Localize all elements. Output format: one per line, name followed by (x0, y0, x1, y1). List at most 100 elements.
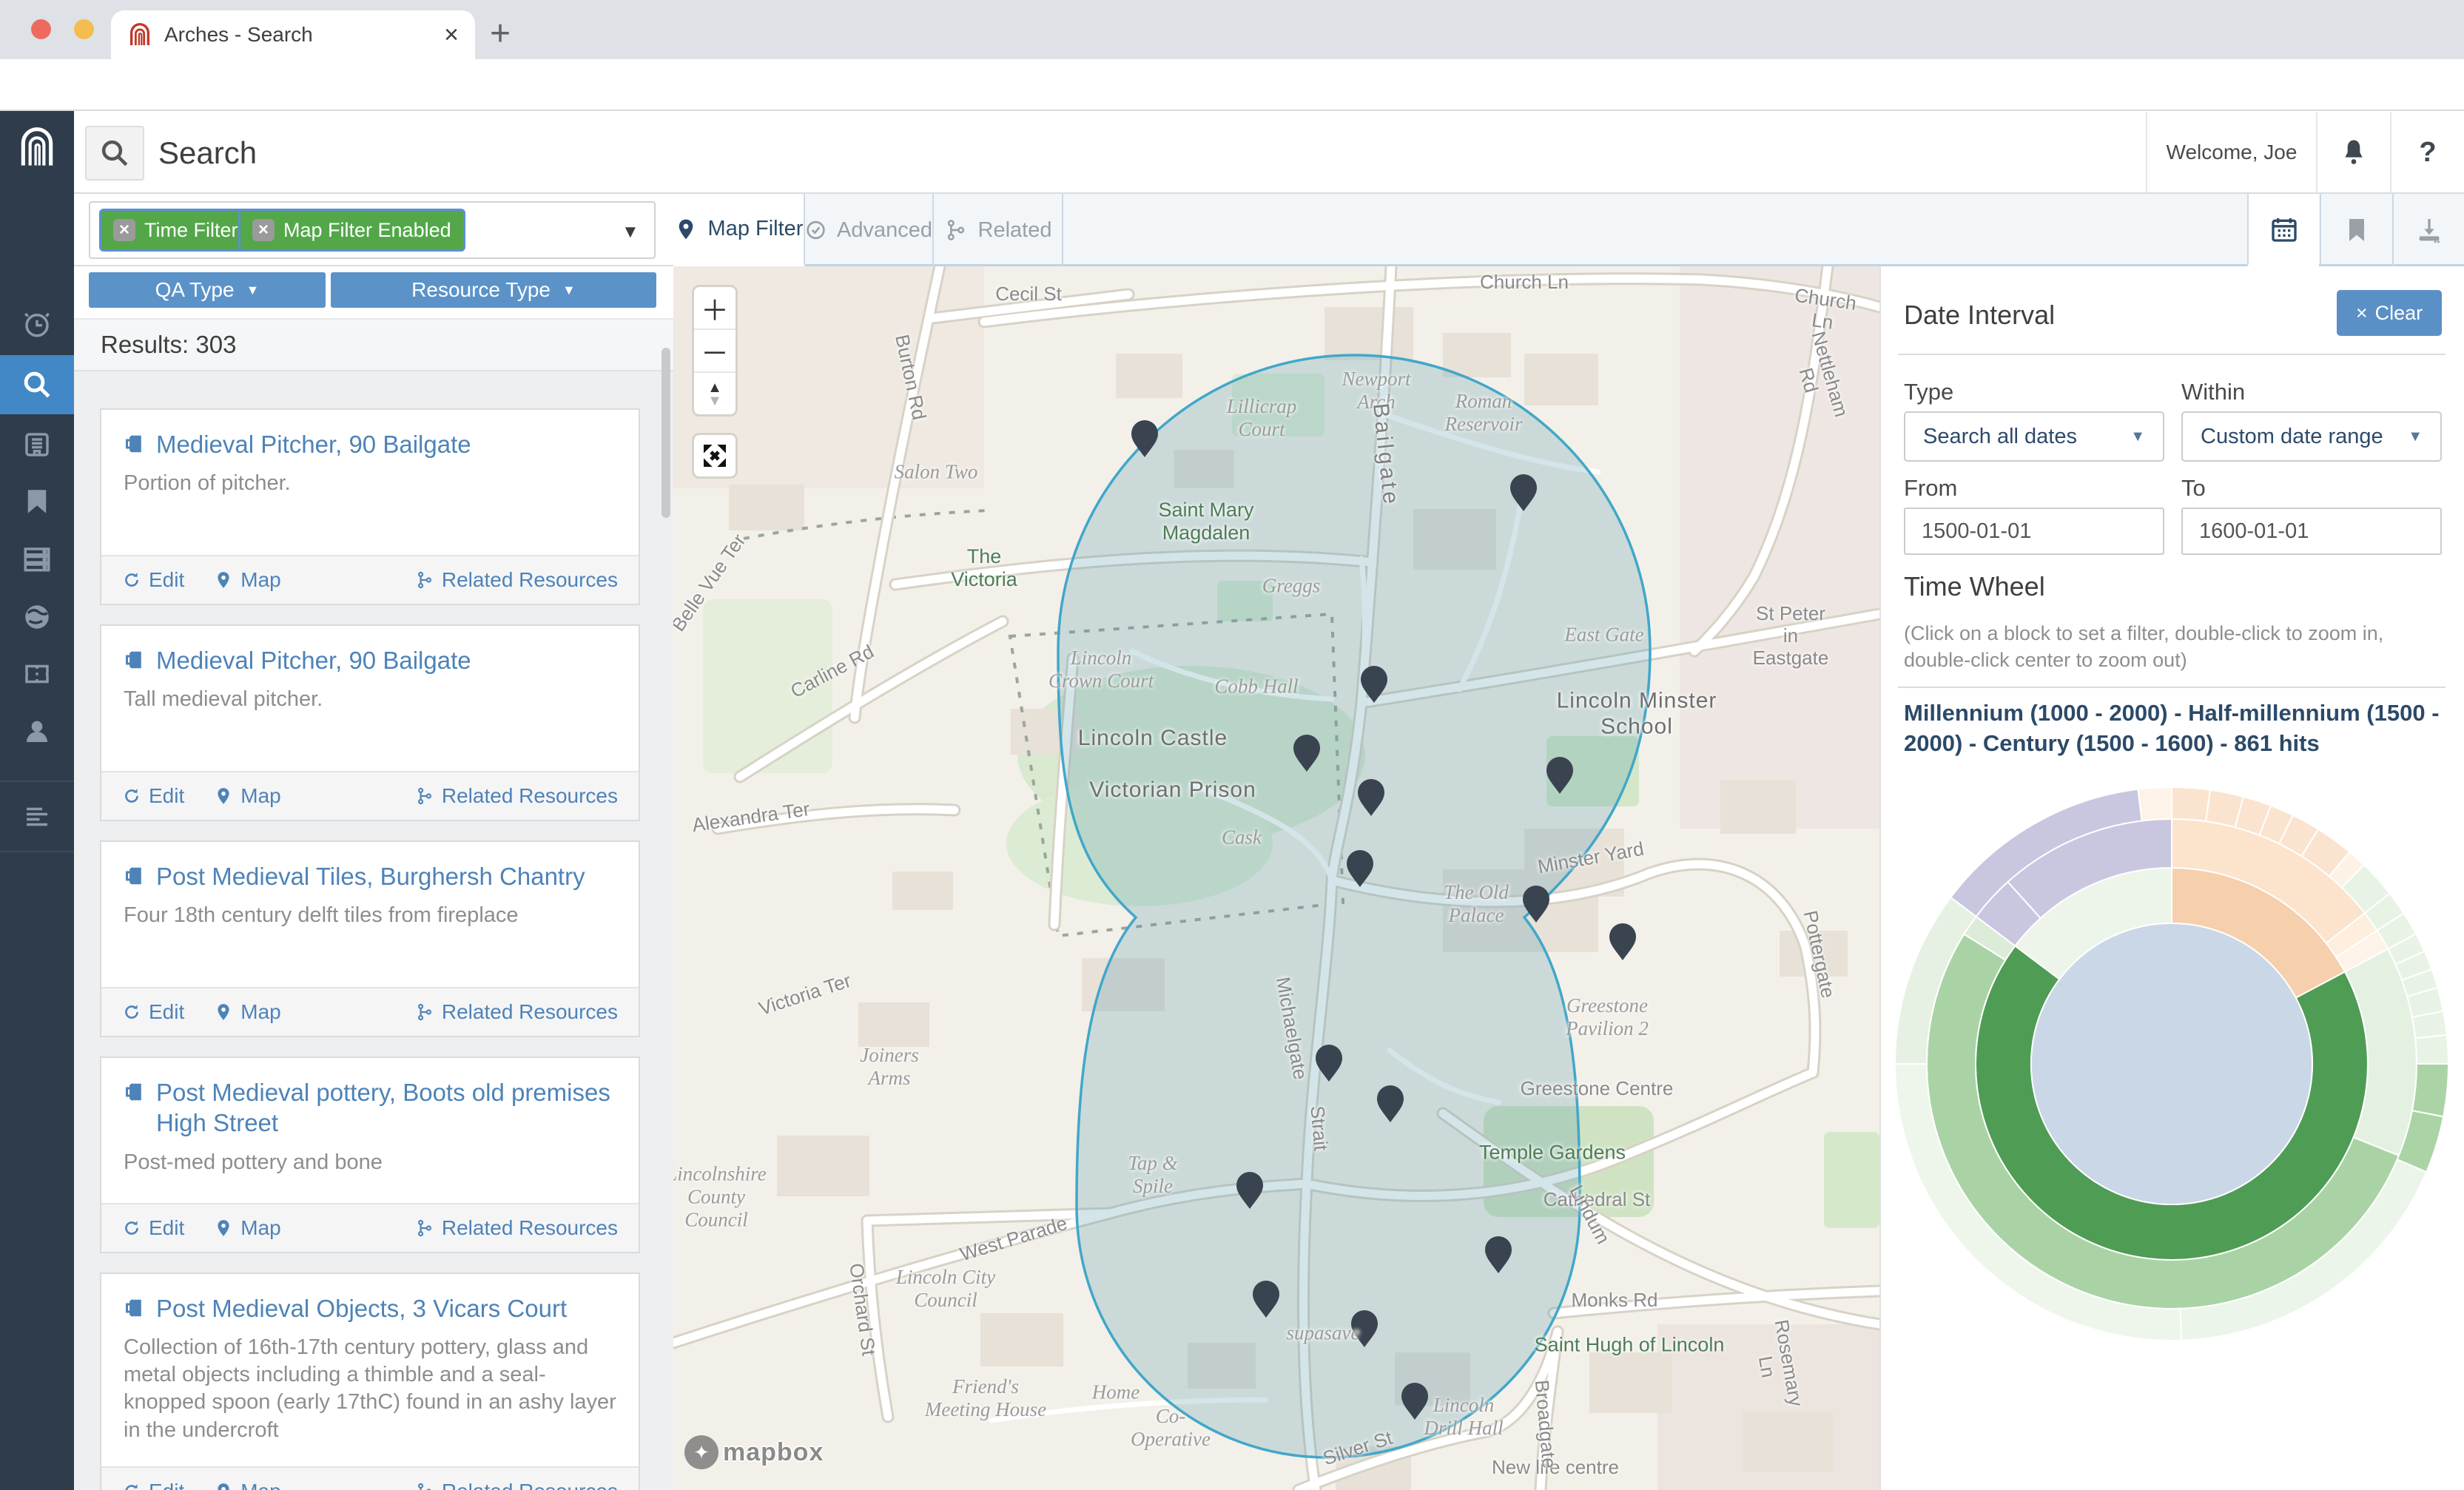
tab-export[interactable] (2392, 194, 2464, 266)
fullscreen-button[interactable] (692, 433, 738, 479)
time-wheel-chart[interactable] (1891, 783, 2453, 1345)
result-title-link[interactable]: Post Medieval Objects, 3 Vicars Court (124, 1293, 616, 1324)
map-pin-icon (214, 1218, 233, 1238)
edit-icon (122, 786, 141, 806)
zoom-in-button[interactable]: ＋ (694, 287, 736, 330)
result-card[interactable]: Medieval Pitcher, 90 BailgatePortion of … (100, 408, 640, 605)
time-wheel-hint: (Click on a block to set a filter, doubl… (1904, 620, 2437, 674)
map-link[interactable]: Map (214, 784, 280, 808)
sidebar-item-globe[interactable] (0, 590, 74, 644)
sidebar-item-bookmarks[interactable] (0, 475, 74, 528)
map-label: Bailgate (1367, 402, 1404, 508)
search-icon-box[interactable] (85, 126, 144, 181)
result-card[interactable]: Post Medieval Tiles, Burghersh ChantryFo… (100, 840, 640, 1037)
to-date-input[interactable] (2181, 508, 2442, 555)
sidebar-item-search[interactable] (0, 355, 74, 414)
tab-time-filter[interactable] (2247, 194, 2319, 266)
compass-control[interactable]: ▲▼ (694, 373, 736, 416)
browser-tab[interactable]: Arches - Search × (111, 10, 475, 59)
map-label: Lillicrap Court (1227, 395, 1297, 441)
arches-logo[interactable] (0, 120, 74, 173)
tab-close-icon[interactable]: × (444, 22, 459, 47)
tab-saved-searches[interactable] (2320, 194, 2391, 266)
edit-icon (122, 570, 141, 590)
related-resources-link[interactable]: Related Resources (415, 1000, 618, 1024)
edit-link[interactable]: Edit (122, 1480, 184, 1490)
sidebar-item-recent[interactable] (0, 297, 74, 351)
resource-type-facet-button[interactable]: Resource Type▼ (331, 272, 656, 308)
sidebar-item-ticket[interactable] (0, 647, 74, 701)
notifications-button[interactable] (2316, 112, 2390, 192)
filters-dropdown-caret[interactable]: ▼ (622, 222, 639, 243)
welcome-user[interactable]: Welcome, Joe (2146, 112, 2316, 192)
tab-related[interactable]: Related (934, 194, 1063, 266)
sidebar-item-data[interactable] (0, 533, 74, 586)
sidebar-item-resource[interactable] (0, 418, 74, 471)
mapbox-attribution[interactable]: ✦ mapbox (684, 1435, 824, 1469)
map-link[interactable]: Map (214, 1480, 280, 1490)
map-label: Greestone Pavilion 2 (1566, 994, 1649, 1040)
clear-filter-button[interactable]: ×Clear (2337, 290, 2442, 336)
result-card[interactable]: Post Medieval Objects, 3 Vicars CourtCol… (100, 1272, 640, 1490)
time-wheel-segment[interactable] (2138, 787, 2172, 820)
map-canvas[interactable]: Cecil StChurch LnChurch LnBurton RdNewpo… (673, 266, 1879, 1490)
chip-map-filter[interactable]: × Map Filter Enabled (238, 209, 465, 252)
edit-link[interactable]: Edit (122, 1000, 184, 1024)
from-date-input[interactable] (1904, 508, 2164, 555)
tab-advanced[interactable]: Advanced (805, 194, 934, 266)
map-link[interactable]: Map (214, 1000, 280, 1024)
map-pin-icon (214, 570, 233, 590)
sidebar-item-profile[interactable] (0, 705, 74, 758)
zoom-out-button[interactable]: － (694, 330, 736, 373)
within-select[interactable]: Custom date range▼ (2181, 411, 2442, 462)
map-label: Joiners Arms (860, 1044, 918, 1090)
calendar-icon (2269, 215, 2299, 244)
time-wheel-center[interactable] (2031, 923, 2312, 1204)
type-select[interactable]: Search all dates▼ (1904, 411, 2164, 462)
results-list[interactable]: Medieval Pitcher, 90 BailgatePortion of … (74, 371, 673, 1490)
window-close-button[interactable] (31, 19, 51, 39)
result-card-body: Medieval Pitcher, 90 BailgatePortion of … (101, 410, 639, 555)
result-title-link[interactable]: Post Medieval pottery, Boots old premise… (124, 1077, 616, 1139)
results-scrollbar[interactable] (662, 348, 670, 518)
related-resources-link[interactable]: Related Resources (415, 1216, 618, 1240)
edit-link[interactable]: Edit (122, 568, 184, 592)
map-link[interactable]: Map (214, 568, 280, 592)
fullscreen-icon (700, 441, 730, 471)
type-label: Type (1904, 379, 1953, 405)
help-button[interactable]: ? (2390, 112, 2464, 192)
sidebar-item-menu[interactable] (0, 790, 74, 843)
map-link[interactable]: Map (214, 1216, 280, 1240)
result-card-body: Medieval Pitcher, 90 BailgateTall mediev… (101, 626, 639, 771)
search-input[interactable] (158, 126, 1194, 181)
map-label: Orchard St (844, 1262, 879, 1358)
branch-icon (415, 570, 434, 590)
chip-time-filter[interactable]: × Time Filter (99, 209, 252, 252)
map-label: East Gate (1564, 623, 1643, 646)
tab-map-filter[interactable]: Map Filter (673, 194, 805, 266)
window-minimize-button[interactable] (74, 19, 94, 39)
time-wheel-segment[interactable] (2412, 1064, 2448, 1116)
map-label: Co- Operative (1131, 1405, 1211, 1451)
result-title-link[interactable]: Medieval Pitcher, 90 Bailgate (124, 429, 616, 459)
qa-type-facet-button[interactable]: QA Type▼ (89, 272, 326, 308)
map-zoom-control[interactable]: ＋ － ▲▼ (692, 285, 738, 417)
result-card[interactable]: Medieval Pitcher, 90 BailgateTall mediev… (100, 624, 640, 821)
result-card[interactable]: Post Medieval pottery, Boots old premise… (100, 1056, 640, 1253)
time-wheel-segment[interactable] (2415, 1035, 2448, 1064)
result-title-link[interactable]: Medieval Pitcher, 90 Bailgate (124, 645, 616, 675)
result-title-link[interactable]: Post Medieval Tiles, Burghersh Chantry (124, 861, 616, 891)
related-resources-link[interactable]: Related Resources (415, 568, 618, 592)
remove-filter-icon[interactable]: × (252, 219, 275, 241)
branch-icon (415, 1482, 434, 1490)
time-wheel-breadcrumb[interactable]: Millennium (1000 - 2000) - Half-millenni… (1904, 698, 2440, 759)
new-tab-button[interactable]: + (490, 16, 511, 52)
related-resources-link[interactable]: Related Resources (415, 1480, 618, 1490)
map-label: Cobb Hall (1214, 675, 1298, 698)
remove-filter-icon[interactable]: × (113, 219, 135, 241)
from-label: From (1904, 475, 1957, 502)
edit-link[interactable]: Edit (122, 1216, 184, 1240)
edit-link[interactable]: Edit (122, 784, 184, 808)
time-wheel-segment[interactable] (2172, 787, 2210, 821)
related-resources-link[interactable]: Related Resources (415, 784, 618, 808)
